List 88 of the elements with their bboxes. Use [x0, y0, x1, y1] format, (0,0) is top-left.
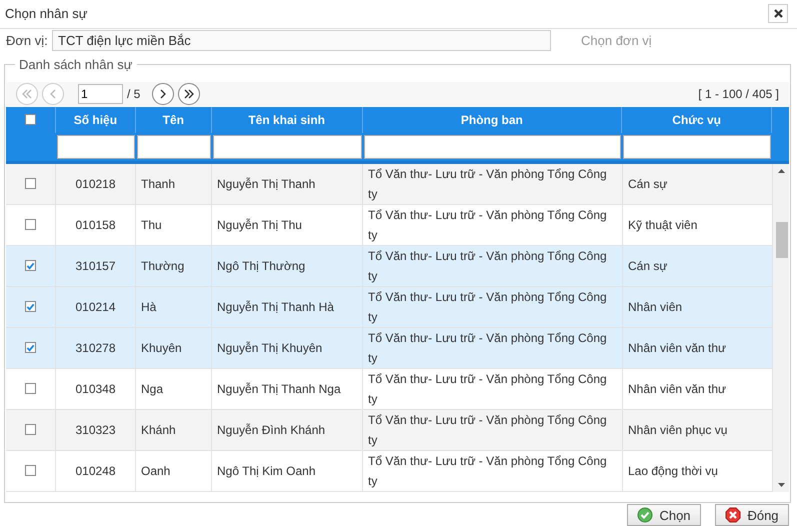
unit-label: Đơn vị: — [6, 33, 49, 48]
code-cell-text: 310323 — [75, 422, 116, 439]
group-legend: Danh sách nhân sự — [15, 56, 136, 72]
table-row[interactable]: 010158 Thu Nguyễn Thị Thu Tổ Văn thư- Lưu trữ - Văn phòng Tổng Công ty Kỹ thuật viên — [6, 204, 773, 246]
full-name-cell-text: Nguyễn Thị Thanh Nga — [217, 380, 341, 398]
row-checkbox[interactable] — [25, 178, 36, 190]
double-chevron-icon — [183, 88, 196, 100]
filter-field[interactable] — [56, 134, 135, 159]
full-name-cell-text: Nguyễn Thị Thu — [217, 216, 302, 234]
name-cell-text: Hà — [141, 298, 156, 316]
scrollbar[interactable] — [773, 164, 789, 492]
table-row[interactable]: 310157 Thường Ngô Thị Thường Tổ Văn thư- Lưu trữ - Văn phòng Tổng Công ty Cán sự — [6, 246, 773, 287]
close-icon — [774, 9, 782, 18]
double-chevron-icon — [21, 88, 33, 100]
row-checkbox[interactable] — [25, 260, 36, 272]
code-cell-text: 010158 — [75, 216, 116, 234]
unit-field[interactable]: TCT điện lực miền Bắc — [52, 30, 551, 52]
pager-button[interactable] — [178, 82, 200, 105]
scrollbar-thumb[interactable] — [776, 222, 788, 258]
window-title: Chọn nhân sự — [5, 6, 88, 22]
position-cell-text: Nhân viên văn thư — [628, 340, 726, 357]
department-cell-text: Tổ Văn thư- Lưu trữ - Văn phòng Tổng Công ty — [368, 288, 608, 326]
code-cell-text: 310157 — [75, 258, 116, 275]
full-name-cell-text: Nguyễn Thị Thanh — [217, 176, 316, 193]
row-checkbox[interactable] — [25, 301, 36, 312]
position-cell-text: Nhân viên văn thư — [628, 380, 726, 398]
table-row[interactable]: 010248 Oanh Ngô Thị Kim Oanh Tổ Văn thư- Lưu trữ - Văn phòng Tổng Công ty Lao động thời vụ — [6, 450, 773, 492]
table-row[interactable]: 010214 Hà Nguyễn Thị Thanh Hà Tổ Văn thư- Lưu trữ - Văn phòng Tổng Công ty Nhân viên — [6, 286, 773, 328]
cross-octagon-icon — [725, 507, 742, 523]
table-row[interactable]: 310323 Khánh Nguyễn Đình Khánh Tổ Văn thư- Lưu trữ - Văn phòng Tổng Công ty Nhân viên phục vụ — [6, 410, 773, 451]
choose-button[interactable]: Chọn — [627, 504, 701, 526]
full-name-cell-text: Nguyễn Thị Thanh Hà — [217, 298, 334, 316]
code-cell-text: 010248 — [75, 462, 116, 480]
row-checkbox[interactable] — [25, 424, 36, 436]
scroll-down-icon[interactable] — [778, 482, 785, 487]
position-cell-text: Nhân viên — [628, 298, 682, 316]
check-circle-icon — [637, 507, 654, 523]
code-cell-text: 310278 — [75, 340, 116, 357]
department-cell-text: Tổ Văn thư- Lưu trữ - Văn phòng Tổng Công ty — [368, 370, 608, 408]
filter-field[interactable] — [212, 134, 362, 159]
row-checkbox[interactable] — [25, 342, 36, 354]
column-header[interactable]: Tên khai sinh — [248, 112, 325, 127]
full-name-cell-text: Nguyễn Đình Khánh — [217, 422, 326, 439]
scroll-up-icon[interactable] — [778, 168, 785, 173]
table-row[interactable]: 010218 Thanh Nguyễn Thị Thanh Tổ Văn thư- Lưu trữ - Văn phòng Tổng Công ty Cán sự — [6, 164, 773, 205]
name-cell-text: Thu — [141, 216, 162, 234]
row-checkbox[interactable] — [25, 383, 36, 394]
column-header[interactable]: Tên — [162, 112, 184, 127]
full-name-cell-text: Nguyễn Thị Khuyên — [217, 340, 322, 357]
department-cell-text: Tổ Văn thư- Lưu trữ - Văn phòng Tổng Công ty — [368, 206, 608, 244]
full-name-cell-text: Ngô Thị Thường — [217, 258, 306, 275]
column-header[interactable]: Số hiệu — [74, 112, 118, 127]
position-cell-text: Lao động thời vụ — [628, 462, 718, 480]
close-button[interactable] — [768, 4, 788, 24]
name-cell-text: Nga — [141, 380, 164, 398]
position-cell-text: Kỹ thuật viên — [628, 216, 698, 234]
code-cell-text: 010348 — [75, 380, 116, 398]
department-cell-text: Tổ Văn thư- Lưu trữ - Văn phòng Tổng Công ty — [368, 412, 608, 449]
position-cell-text: Nhân viên phục vụ — [628, 422, 728, 439]
code-cell-text: 010214 — [75, 298, 116, 316]
position-cell-text: Cán sự — [628, 258, 668, 275]
position-cell-text: Cán sự — [628, 176, 668, 193]
name-cell-text: Khánh — [141, 422, 176, 439]
filter-field[interactable] — [623, 134, 772, 159]
pager-button[interactable] — [152, 82, 174, 105]
name-cell-text: Oanh — [141, 462, 170, 480]
close-dialog-button[interactable]: Đóng — [715, 504, 789, 526]
filter-field[interactable] — [136, 134, 211, 159]
name-cell-text: Thường — [141, 258, 184, 275]
department-cell-text: Tổ Văn thư- Lưu trữ - Văn phòng Tổng Công ty — [368, 248, 608, 285]
department-cell-text: Tổ Văn thư- Lưu trữ - Văn phòng Tổng Công ty — [368, 452, 608, 490]
row-checkbox[interactable] — [25, 465, 36, 476]
row-checkbox[interactable] — [25, 219, 36, 230]
name-cell-text: Khuyên — [141, 340, 182, 357]
page-field[interactable]: 1 — [78, 84, 123, 104]
filter-field[interactable] — [364, 134, 622, 159]
column-header[interactable]: Chức vụ — [672, 112, 721, 127]
name-cell-text: Thanh — [141, 176, 176, 193]
page-total: / 5 — [127, 86, 140, 101]
full-name-cell-text: Ngô Thị Kim Oanh — [217, 462, 316, 480]
select-all-checkbox[interactable] — [24, 114, 36, 126]
department-cell-text: Tổ Văn thư- Lưu trữ - Văn phòng Tổng Công ty — [368, 166, 608, 203]
code-cell-text: 010218 — [75, 176, 116, 193]
department-cell-text: Tổ Văn thư- Lưu trữ - Văn phòng Tổng Công ty — [368, 330, 608, 367]
column-header[interactable]: Phòng ban — [460, 112, 523, 127]
table-row[interactable]: 010348 Nga Nguyễn Thị Thanh Nga Tổ Văn thư- Lưu trữ - Văn phòng Tổng Công ty Nhân viên văn thư — [6, 368, 773, 410]
record-range: [ 1 - 100 / 405 ] — [698, 86, 779, 101]
table-row[interactable]: 310278 Khuyên Nguyễn Thị Khuyên Tổ Văn thư- Lưu trữ - Văn phòng Tổng Công ty Nhân viên văn thư — [6, 328, 773, 369]
